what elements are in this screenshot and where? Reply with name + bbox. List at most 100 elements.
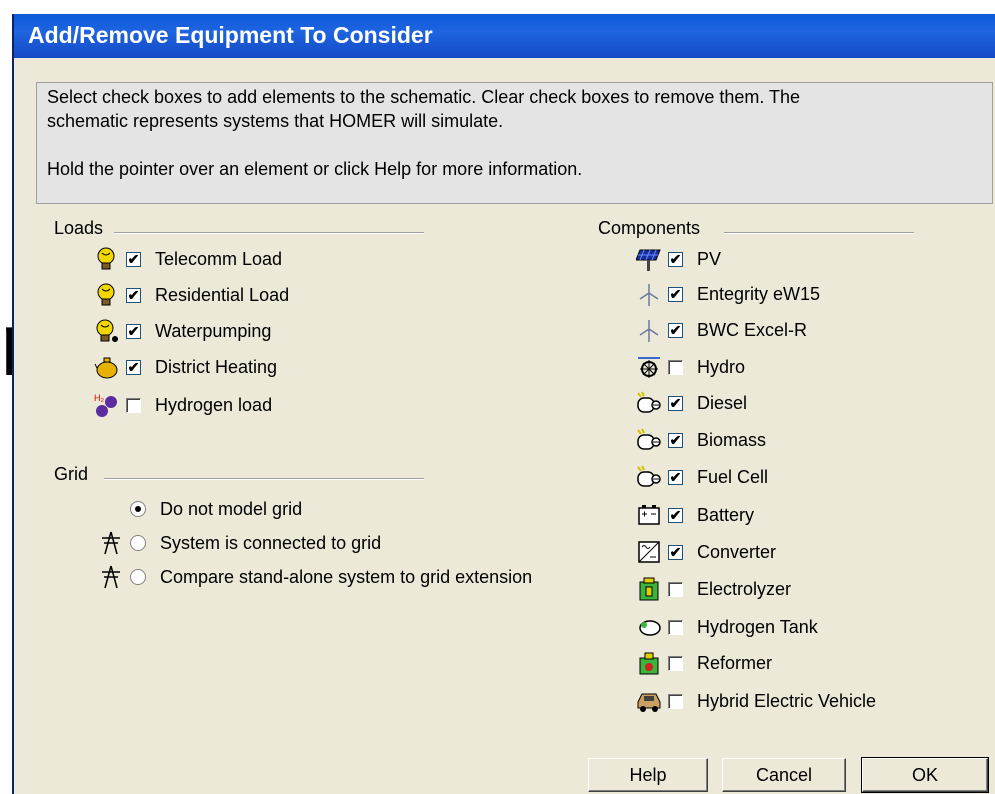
grid-group-label: Grid xyxy=(54,464,95,485)
hydro-checkbox[interactable] xyxy=(668,359,683,375)
reformer-label: Reformer xyxy=(697,652,773,673)
component-row-reformer[interactable]: Reformer xyxy=(636,646,772,680)
lightbulb-icon xyxy=(94,282,120,308)
hydrogen-molecule-icon: H₂ xyxy=(94,392,120,418)
generator-icon xyxy=(636,390,662,416)
connected-to-grid-radio[interactable] xyxy=(130,535,146,551)
loads-group-divider xyxy=(114,232,424,234)
generator-icon xyxy=(636,427,662,453)
electrolyzer-label: Electrolyzer xyxy=(697,578,792,599)
hydrogen-tank-checkbox[interactable] xyxy=(668,619,683,635)
diesel-label: Diesel xyxy=(697,392,748,413)
grid-group-divider xyxy=(104,478,424,480)
component-row-bwc[interactable]: ✔ BWC Excel-R xyxy=(636,313,807,347)
hydrogen-tank-label: Hydrogen Tank xyxy=(697,616,818,637)
do-not-model-grid-radio[interactable] xyxy=(130,501,146,517)
component-row-biomass[interactable]: ✔ Biomass xyxy=(636,423,766,457)
load-row-hydrogen[interactable]: H₂ Hydrogen load xyxy=(94,388,272,422)
battery-label: Battery xyxy=(697,504,755,525)
generator-icon xyxy=(636,464,662,490)
instructions-line-3: Hold the pointer over an element or clic… xyxy=(47,159,583,179)
component-row-pv[interactable]: ✔ PV xyxy=(635,242,722,276)
component-row-fuel-cell[interactable]: ✔ Fuel Cell xyxy=(636,460,768,494)
component-row-battery[interactable]: ✔ Battery xyxy=(636,498,754,532)
lightbulb-icon xyxy=(94,246,120,272)
pv-checkbox[interactable]: ✔ xyxy=(668,251,683,267)
electrolyzer-checkbox[interactable] xyxy=(668,581,683,597)
power-tower-icon xyxy=(98,564,124,590)
wind-turbine-icon xyxy=(636,281,662,307)
entegrity-checkbox[interactable]: ✔ xyxy=(668,286,683,302)
waterpumping-label: Waterpumping xyxy=(155,320,272,341)
power-tower-icon xyxy=(98,530,124,556)
solar-panel-icon xyxy=(635,246,662,272)
component-row-hydro[interactable]: Hydro xyxy=(636,350,745,384)
biomass-label: Biomass xyxy=(697,429,767,450)
hydrogen-load-label: Hydrogen load xyxy=(155,394,273,415)
component-row-electrolyzer[interactable]: Electrolyzer xyxy=(636,572,791,606)
loads-group-label: Loads xyxy=(54,218,110,239)
vehicle-icon xyxy=(636,688,662,714)
grid-option-compare[interactable]: Compare stand-alone system to grid exten… xyxy=(98,560,532,594)
component-row-hydrogen-tank[interactable]: Hydrogen Tank xyxy=(636,610,818,644)
compare-grid-extension-label: Compare stand-alone system to grid exten… xyxy=(160,566,533,587)
fuel-cell-label: Fuel Cell xyxy=(697,466,769,487)
pv-label: PV xyxy=(697,248,722,269)
telecomm-load-checkbox[interactable]: ✔ xyxy=(126,251,141,267)
grid-option-connected[interactable]: System is connected to grid xyxy=(98,526,381,560)
waterpumping-checkbox[interactable]: ✔ xyxy=(126,323,141,339)
battery-icon xyxy=(636,502,662,528)
component-row-diesel[interactable]: ✔ Diesel xyxy=(636,386,747,420)
component-row-entegrity[interactable]: ✔ Entegrity eW15 xyxy=(636,277,820,311)
converter-icon xyxy=(636,539,662,565)
instructions-line-1: Select check boxes to add elements to th… xyxy=(47,87,801,107)
kettle-icon xyxy=(94,354,120,380)
compare-grid-extension-radio[interactable] xyxy=(130,569,146,585)
instructions-line-2: schematic represents systems that HOMER … xyxy=(47,111,504,131)
svg-text:H₂: H₂ xyxy=(94,393,104,403)
bwc-label: BWC Excel-R xyxy=(697,319,808,340)
lightbulb-deferrable-icon xyxy=(94,318,120,344)
help-button[interactable]: Help xyxy=(588,758,708,792)
hydrogen-tank-icon xyxy=(636,614,662,640)
components-group-label: Components xyxy=(598,218,707,239)
load-row-telecomm[interactable]: ✔ Telecomm Load xyxy=(94,242,282,276)
connected-to-grid-label: System is connected to grid xyxy=(160,532,382,553)
title-bar[interactable]: Add/Remove Equipment To Consider xyxy=(14,14,995,58)
electrolyzer-icon xyxy=(636,576,662,602)
load-row-residential[interactable]: ✔ Residential Load xyxy=(94,278,289,312)
biomass-checkbox[interactable]: ✔ xyxy=(668,432,683,448)
converter-label: Converter xyxy=(697,541,777,562)
add-remove-equipment-dialog: Add/Remove Equipment To Consider Select … xyxy=(12,14,995,794)
district-heating-label: District Heating xyxy=(155,356,278,377)
fuel-cell-checkbox[interactable]: ✔ xyxy=(668,469,683,485)
reformer-checkbox[interactable] xyxy=(668,655,683,671)
dialog-title: Add/Remove Equipment To Consider xyxy=(28,22,433,48)
ok-button[interactable]: OK xyxy=(861,757,989,793)
cancel-button[interactable]: Cancel xyxy=(722,758,846,792)
components-group-divider xyxy=(724,232,914,234)
converter-checkbox[interactable]: ✔ xyxy=(668,544,683,560)
wind-turbine-icon xyxy=(636,317,662,343)
instructions-box: Select check boxes to add elements to th… xyxy=(36,82,993,204)
hydro-wheel-icon xyxy=(636,354,662,380)
hybrid-vehicle-checkbox[interactable] xyxy=(668,693,683,709)
battery-checkbox[interactable]: ✔ xyxy=(668,507,683,523)
do-not-model-grid-label: Do not model grid xyxy=(160,498,303,519)
hybrid-vehicle-label: Hybrid Electric Vehicle xyxy=(697,690,877,711)
component-row-hybrid-vehicle[interactable]: Hybrid Electric Vehicle xyxy=(636,684,876,718)
diesel-checkbox[interactable]: ✔ xyxy=(668,395,683,411)
grid-option-do-not-model[interactable]: Do not model grid xyxy=(98,492,302,526)
hydrogen-load-checkbox[interactable] xyxy=(126,397,141,413)
hydro-label: Hydro xyxy=(697,356,746,377)
telecomm-load-label: Telecomm Load xyxy=(155,248,283,269)
load-row-district-heating[interactable]: ✔ District Heating xyxy=(94,350,277,384)
load-row-waterpumping[interactable]: ✔ Waterpumping xyxy=(94,314,271,348)
entegrity-label: Entegrity eW15 xyxy=(697,283,821,304)
residential-load-checkbox[interactable]: ✔ xyxy=(126,287,141,303)
reformer-icon xyxy=(636,650,662,676)
component-row-converter[interactable]: ✔ Converter xyxy=(636,535,776,569)
bwc-checkbox[interactable]: ✔ xyxy=(668,322,683,338)
district-heating-checkbox[interactable]: ✔ xyxy=(126,359,141,375)
residential-load-label: Residential Load xyxy=(155,284,290,305)
